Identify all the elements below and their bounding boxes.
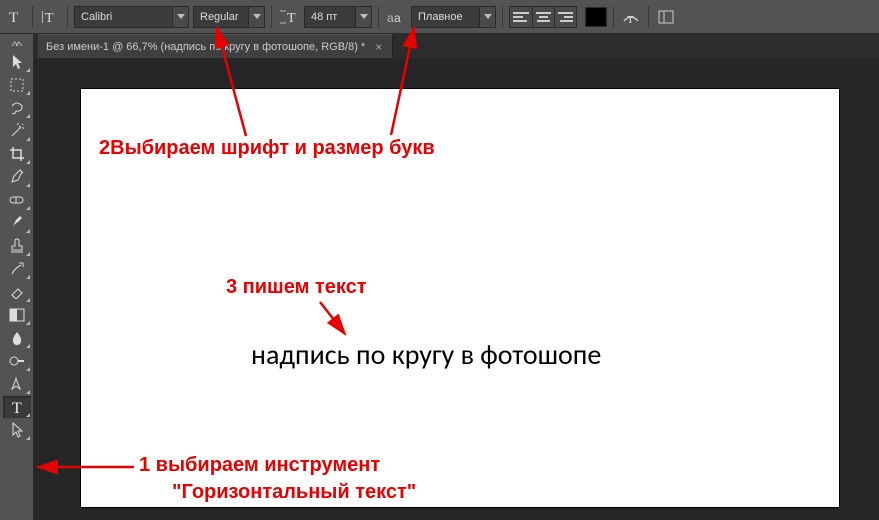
crop-tool[interactable] — [3, 143, 31, 165]
chevron-down-icon — [248, 7, 264, 27]
separator — [67, 6, 68, 28]
annotation-step1-line2: "Горизонтальный текст" — [172, 481, 416, 504]
font-size-icon: T — [278, 6, 300, 28]
align-left-button[interactable] — [510, 7, 532, 27]
svg-text:a: a — [387, 11, 394, 24]
svg-text:T: T — [45, 11, 54, 25]
svg-text:T: T — [627, 14, 634, 25]
warp-text-icon[interactable]: T — [620, 6, 642, 28]
eyedropper-tool[interactable] — [3, 166, 31, 188]
chevron-down-icon — [172, 7, 188, 27]
close-icon[interactable]: × — [373, 40, 384, 54]
document-tab-strip: Без имени-1 @ 66,7% (надпись по кругу в … — [38, 34, 393, 58]
svg-text:T: T — [287, 11, 296, 25]
tools-panel: T — [0, 34, 34, 520]
document-tab-title: Без имени-1 @ 66,7% (надпись по кругу в … — [46, 41, 365, 53]
align-center-button[interactable] — [532, 7, 554, 27]
dodge-tool[interactable] — [3, 350, 31, 372]
chevron-down-icon — [479, 7, 495, 27]
annotation-step2: 2Выбираем шрифт и размер букв — [99, 137, 435, 160]
chevron-down-icon — [355, 7, 371, 27]
text-orientation-icon[interactable]: T — [39, 6, 61, 28]
separator — [648, 6, 649, 28]
gradient-tool[interactable] — [3, 304, 31, 326]
healing-brush-tool[interactable] — [3, 189, 31, 211]
font-style-value: Regular — [194, 11, 245, 23]
svg-text:T: T — [9, 10, 18, 25]
svg-text:T: T — [12, 400, 22, 415]
separator — [613, 6, 614, 28]
workspace — [34, 58, 879, 520]
document-tab[interactable]: Без имени-1 @ 66,7% (надпись по кругу в … — [38, 34, 393, 58]
annotation-step3: 3 пишем текст — [226, 276, 367, 299]
blur-tool[interactable] — [3, 327, 31, 349]
options-bar: T T Calibri Regular T 48 пт aa Плавное — [0, 0, 879, 34]
antialias-value: Плавное — [412, 11, 469, 23]
font-family-value: Calibri — [75, 11, 118, 23]
pen-tool[interactable] — [3, 373, 31, 395]
separator — [32, 6, 33, 28]
type-tool[interactable]: T — [3, 396, 31, 418]
marquee-tool[interactable] — [3, 74, 31, 96]
path-selection-tool[interactable] — [3, 419, 31, 441]
align-right-button[interactable] — [554, 7, 576, 27]
font-size-combo[interactable]: 48 пт — [304, 6, 372, 28]
lasso-tool[interactable] — [3, 97, 31, 119]
text-align-group — [509, 6, 577, 28]
separator — [502, 6, 503, 28]
font-family-combo[interactable]: Calibri — [74, 6, 189, 28]
stamp-tool[interactable] — [3, 235, 31, 257]
eraser-tool[interactable] — [3, 281, 31, 303]
antialias-icon: aa — [385, 6, 407, 28]
svg-text:a: a — [394, 11, 401, 24]
canvas-text: надпись по кругу в фотошопе — [251, 337, 601, 372]
magic-wand-tool[interactable] — [3, 120, 31, 142]
panels-icon[interactable] — [655, 6, 677, 28]
move-tool[interactable] — [3, 51, 31, 73]
toolbar-expand-icon[interactable] — [0, 38, 34, 50]
antialias-combo[interactable]: Плавное — [411, 6, 496, 28]
separator — [378, 6, 379, 28]
brush-tool[interactable] — [3, 212, 31, 234]
annotation-step1-line1: 1 выбираем инструмент — [139, 454, 380, 477]
history-brush-tool[interactable] — [3, 258, 31, 280]
text-color-swatch[interactable] — [585, 7, 607, 27]
tool-preset-icon[interactable]: T — [4, 6, 26, 28]
font-size-value: 48 пт — [305, 11, 343, 23]
separator — [271, 6, 272, 28]
font-style-combo[interactable]: Regular — [193, 6, 265, 28]
